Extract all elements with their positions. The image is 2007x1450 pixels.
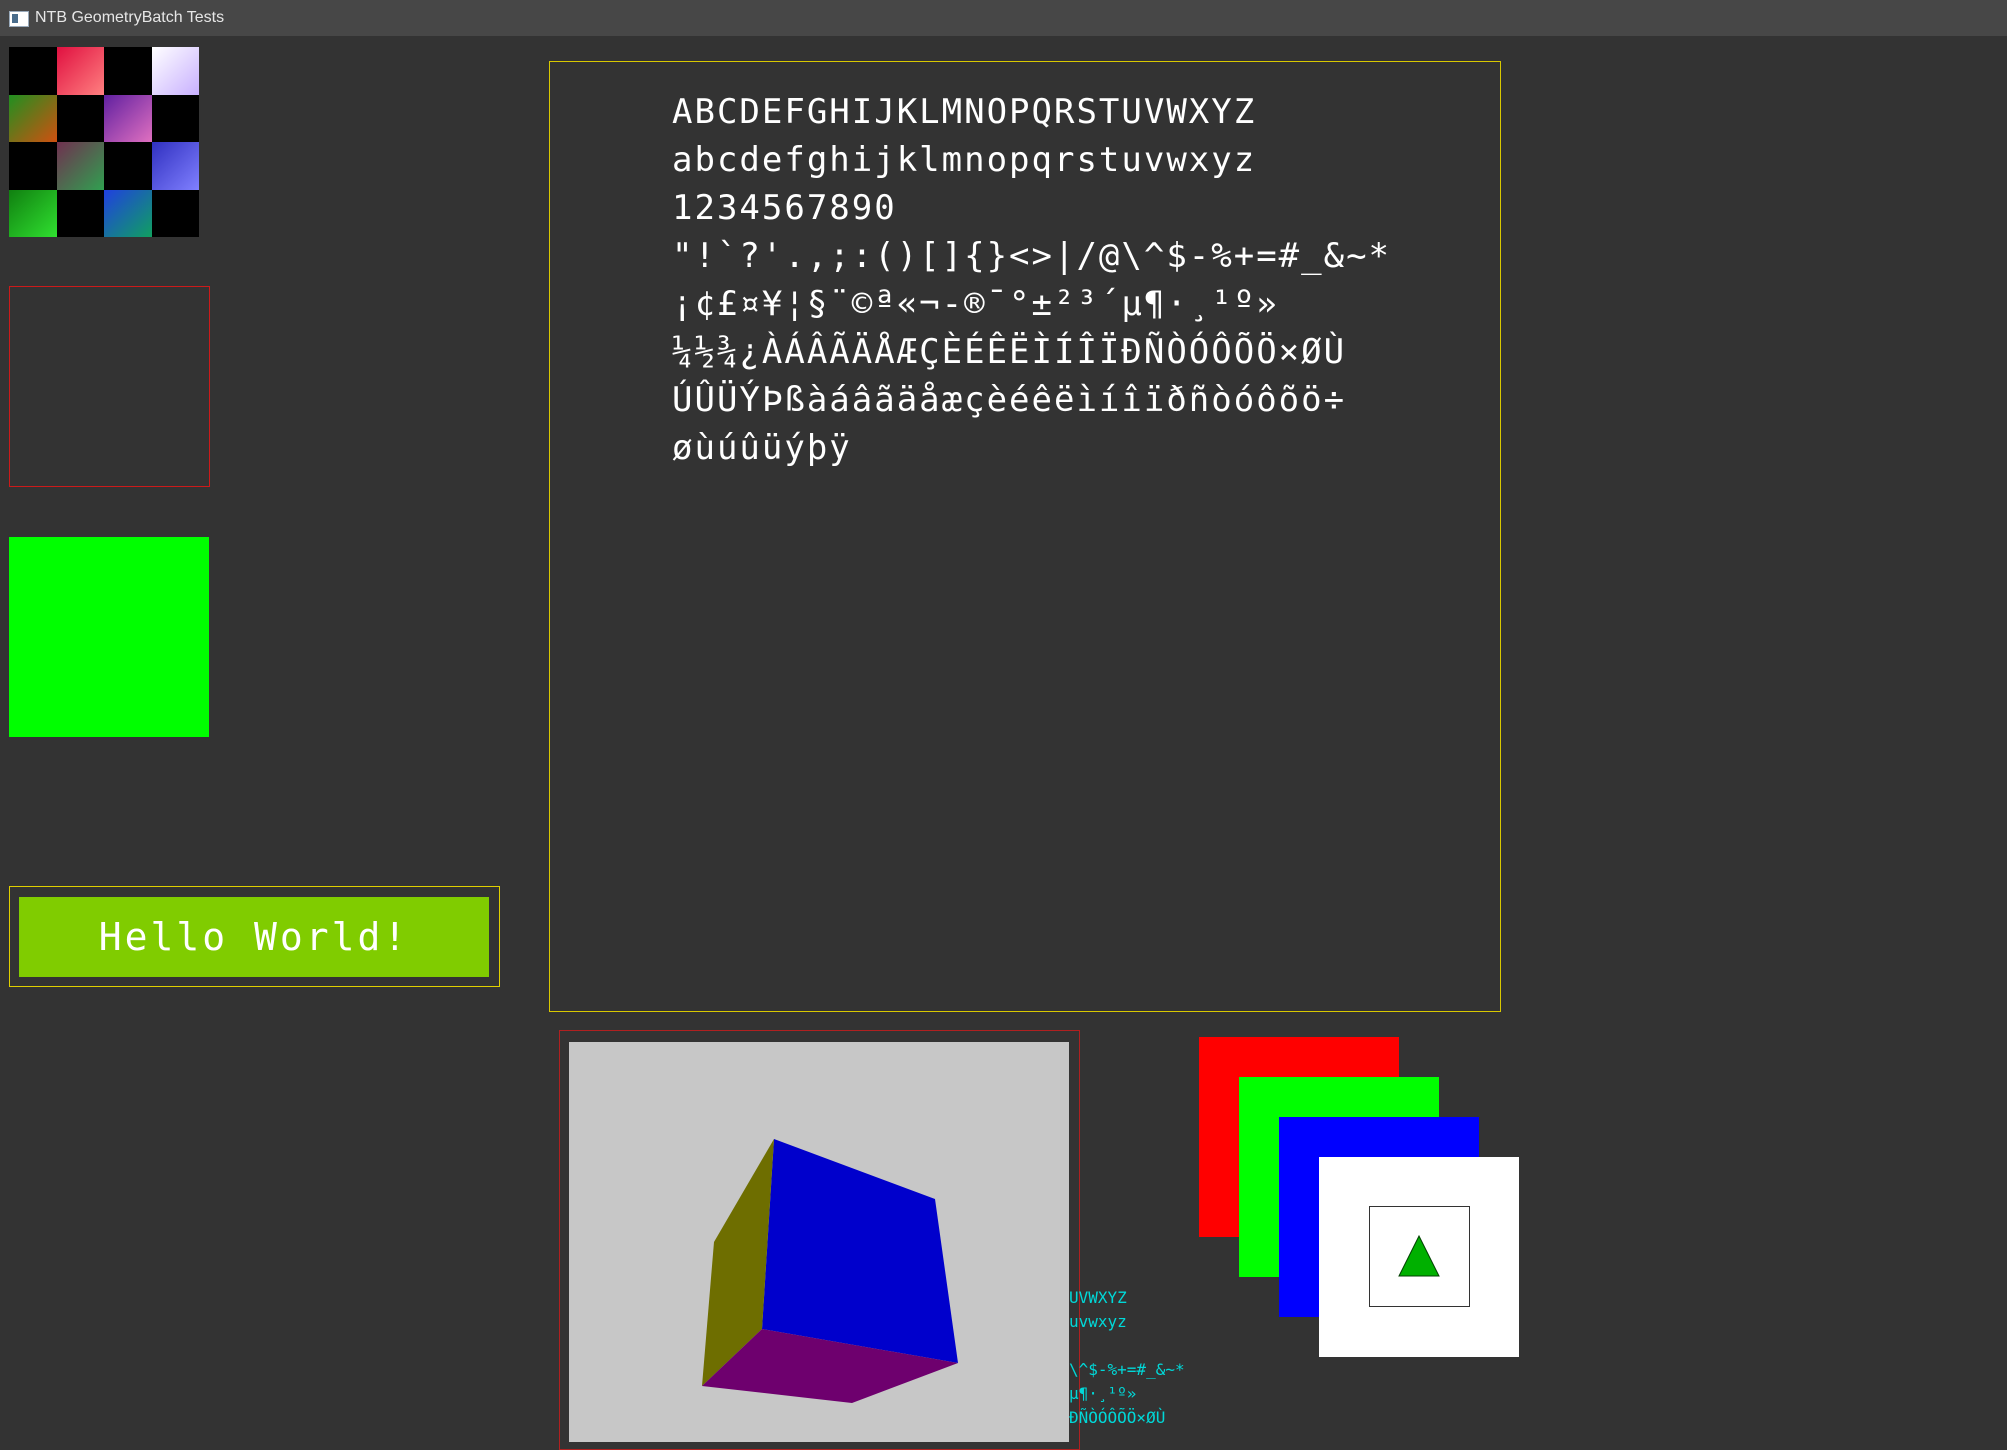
cyan-line-3 bbox=[1069, 1334, 1185, 1358]
checker-cell bbox=[151, 189, 199, 237]
checker-cell bbox=[104, 142, 152, 190]
font-line-punctuation: "!`?'.,;:()[]{}<>|/@\^$-%+=#_&~* bbox=[672, 236, 1392, 276]
checker-cell bbox=[56, 142, 104, 190]
checker-cell bbox=[56, 47, 104, 95]
window-title: NTB GeometryBatch Tests bbox=[35, 9, 225, 26]
cube-viewport bbox=[569, 1042, 1069, 1442]
checker-cell bbox=[56, 189, 104, 237]
checker-cell bbox=[151, 94, 199, 142]
font-line-latin1-b: ¼½¾¿ÀÁÂÃÄÅÆÇÈÉÊËÌÍÎÏÐÑÒÓÔÕÖ×ØÙ bbox=[672, 332, 1347, 372]
checker-cell bbox=[9, 142, 57, 190]
green-square bbox=[9, 537, 209, 737]
gradient-checkerboard bbox=[9, 47, 199, 237]
window-titlebar: NTB GeometryBatch Tests bbox=[0, 0, 2007, 36]
triangle-box bbox=[1369, 1206, 1470, 1307]
hello-world-button[interactable]: Hello World! bbox=[19, 897, 489, 977]
cube-render bbox=[702, 1139, 958, 1403]
checker-cell bbox=[151, 142, 199, 190]
cyan-line-4: \^$-%+=#_&~* bbox=[1069, 1360, 1185, 1379]
font-line-lowercase: abcdefghijklmnopqrstuvwxyz bbox=[672, 140, 1257, 180]
triangle-icon bbox=[1398, 1234, 1440, 1277]
font-line-latin1-d: øùúûüýþÿ bbox=[672, 428, 852, 468]
checker-cell bbox=[104, 189, 152, 237]
app-icon bbox=[9, 11, 29, 27]
checker-cell bbox=[56, 94, 104, 142]
font-line-digits: 1234567890 bbox=[672, 188, 897, 228]
checker-cell bbox=[9, 47, 57, 95]
cyan-line-2: uvwxyz bbox=[1069, 1312, 1127, 1331]
clipped-cyan-text: UVWXYZ uvwxyz \^$-%+=#_&~* µ¶·¸¹º» ÐÑÒÓÔ… bbox=[1069, 1286, 1185, 1430]
cyan-line-6: ÐÑÒÓÔÕÖ×ØÙ bbox=[1069, 1408, 1166, 1427]
red-outline-rect bbox=[9, 286, 210, 487]
font-sample-text: ABCDEFGHIJKLMNOPQRSTUVWXYZ abcdefghijklm… bbox=[672, 88, 1391, 472]
checker-cell bbox=[151, 47, 199, 95]
font-line-uppercase: ABCDEFGHIJKLMNOPQRSTUVWXYZ bbox=[672, 92, 1257, 132]
checker-cell bbox=[9, 189, 57, 237]
checker-cell bbox=[104, 47, 152, 95]
font-line-latin1-a: ¡¢£¤¥¦§¨©ª«¬-®¯°±²³´µ¶·¸¹º» bbox=[672, 284, 1279, 324]
checker-cell bbox=[9, 94, 57, 142]
cube-face-blue bbox=[762, 1139, 958, 1363]
cyan-line-1: UVWXYZ bbox=[1069, 1288, 1127, 1307]
cyan-line-5: µ¶·¸¹º» bbox=[1069, 1384, 1137, 1403]
font-line-latin1-c: ÚÛÜÝÞßàáâãäåæçèéêëìíîïðñòóôõö÷ bbox=[672, 380, 1347, 420]
checker-cell bbox=[104, 94, 152, 142]
